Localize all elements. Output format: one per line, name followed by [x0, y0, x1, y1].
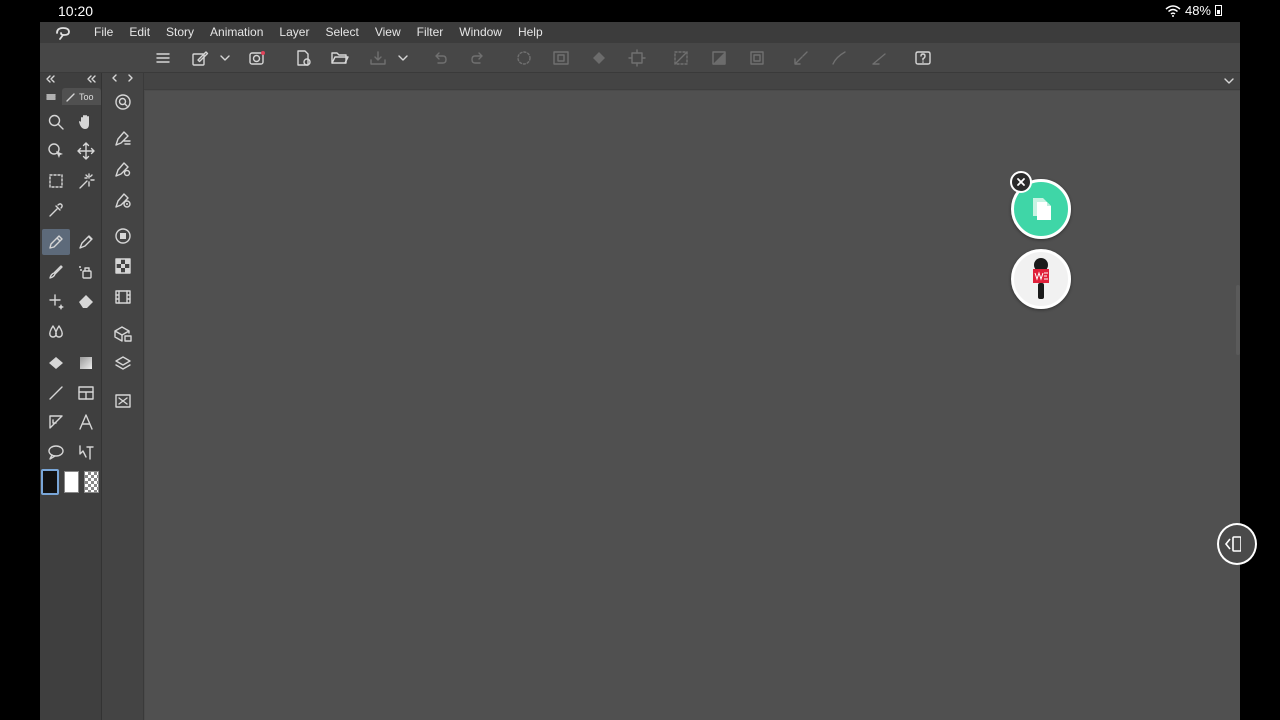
- sub-color-swatch[interactable]: [64, 471, 79, 493]
- app-logo-icon[interactable]: [40, 22, 86, 43]
- microphone-icon: [1033, 258, 1049, 299]
- settings-cloud-icon[interactable]: [246, 48, 268, 68]
- save-options-chevron-icon[interactable]: [396, 48, 410, 68]
- animation-timeline-icon[interactable]: [109, 284, 137, 310]
- transparent-color-swatch[interactable]: [84, 471, 99, 493]
- menu-file[interactable]: File: [86, 22, 121, 43]
- menu-filter[interactable]: Filter: [409, 22, 452, 43]
- sub-tool-detail-icon[interactable]: [109, 125, 137, 151]
- battery-percent: 48%: [1184, 3, 1211, 18]
- tool-palette: Too: [40, 73, 102, 720]
- brush-size-icon[interactable]: [109, 187, 137, 213]
- menu-help[interactable]: Help: [510, 22, 551, 43]
- line-correction-icon[interactable]: [828, 48, 850, 68]
- pencil-icon[interactable]: [72, 229, 100, 255]
- zoom-icon[interactable]: [42, 109, 70, 135]
- companion-mode-icon[interactable]: [912, 48, 934, 68]
- transform-icon[interactable]: [626, 48, 648, 68]
- menu-layer[interactable]: Layer: [271, 22, 317, 43]
- color-set-icon[interactable]: [109, 253, 137, 279]
- figure-line-icon[interactable]: [42, 380, 70, 406]
- menu-select[interactable]: Select: [317, 22, 366, 43]
- fill-bucket-icon[interactable]: [42, 350, 70, 376]
- collapse-left-icon[interactable]: [44, 74, 56, 84]
- menu-animation[interactable]: Animation: [202, 22, 271, 43]
- deselect-icon[interactable]: [670, 48, 692, 68]
- text-icon[interactable]: [72, 409, 100, 435]
- status-right-group: 48%: [1165, 3, 1222, 18]
- menu-story[interactable]: Story: [158, 22, 202, 43]
- chevron-down-icon[interactable]: [218, 48, 232, 68]
- tab-tool-label: Too: [79, 91, 94, 102]
- collapse-panel-icon[interactable]: [85, 74, 97, 84]
- ruler-icon[interactable]: [42, 409, 70, 435]
- undo-icon[interactable]: [429, 48, 451, 68]
- canvas-scrollbar[interactable]: [1236, 285, 1240, 355]
- airbrush-icon[interactable]: [72, 259, 100, 285]
- wifi-icon: [1165, 4, 1181, 17]
- microphone-overlay-button[interactable]: [1011, 249, 1071, 309]
- clear-icon[interactable]: [513, 48, 535, 68]
- menu-window[interactable]: Window: [451, 22, 510, 43]
- save-icon[interactable]: [367, 48, 389, 68]
- battery-icon: [1215, 5, 1222, 16]
- layer-search-icon[interactable]: [109, 388, 137, 414]
- balloon-icon[interactable]: [42, 439, 70, 465]
- redo-icon[interactable]: [467, 48, 489, 68]
- vector-line-icon[interactable]: [868, 48, 890, 68]
- chevron-left-icon: [1224, 536, 1241, 552]
- correct-line-icon[interactable]: [72, 439, 100, 465]
- pen-icon[interactable]: [42, 229, 70, 255]
- fill-icon[interactable]: [588, 48, 610, 68]
- sub-command-bar: [144, 73, 1240, 90]
- tool-palette-header: [40, 73, 101, 85]
- menu-bar: File Edit Story Animation Layer Select V…: [40, 22, 1240, 43]
- material-icon[interactable]: [109, 321, 137, 347]
- move-layer-icon[interactable]: [72, 138, 100, 164]
- operation-icon[interactable]: [42, 138, 70, 164]
- eraser-icon[interactable]: [72, 288, 100, 314]
- frame-border-icon[interactable]: [72, 380, 100, 406]
- auto-select-icon[interactable]: [72, 168, 100, 194]
- canvas-area[interactable]: [145, 91, 1240, 720]
- invert-selection-icon[interactable]: [708, 48, 730, 68]
- gradient-icon[interactable]: [72, 350, 100, 376]
- tool-tab-header: Too: [40, 88, 101, 105]
- command-bar: [40, 43, 1240, 73]
- blend-icon[interactable]: [42, 318, 70, 344]
- marquee-icon[interactable]: [42, 168, 70, 194]
- decoration-icon[interactable]: [42, 288, 70, 314]
- new-file-icon[interactable]: [292, 48, 314, 68]
- collapse-chevron-icon[interactable]: [1222, 74, 1236, 88]
- close-overlay-button[interactable]: [1010, 171, 1032, 193]
- open-folder-icon[interactable]: [329, 48, 351, 68]
- pen-tab-icon: [66, 92, 75, 102]
- edge-panel-handle[interactable]: [1217, 523, 1257, 565]
- expand-selection-icon[interactable]: [746, 48, 768, 68]
- brush-icon[interactable]: [42, 259, 70, 285]
- copy-icon: [1033, 198, 1051, 220]
- clear-outside-icon[interactable]: [550, 48, 572, 68]
- color-wheel-icon[interactable]: [109, 223, 137, 249]
- collapse-sub-panel-icon[interactable]: [106, 73, 136, 83]
- menu-view[interactable]: View: [367, 22, 409, 43]
- tab-tool[interactable]: Too: [62, 88, 101, 105]
- layer-property-icon[interactable]: [109, 351, 137, 377]
- device-status-bar: 10:20 48%: [0, 0, 1280, 22]
- eyedropper-icon[interactable]: [42, 197, 70, 223]
- status-time: 10:20: [58, 3, 94, 19]
- clip-studio-window: File Edit Story Animation Layer Select V…: [40, 22, 1240, 720]
- palette-menu-icon[interactable]: [46, 92, 56, 102]
- close-icon: [1017, 178, 1025, 186]
- menu-edit[interactable]: Edit: [121, 22, 158, 43]
- stabilization-icon[interactable]: [790, 48, 812, 68]
- main-color-swatch[interactable]: [41, 469, 59, 495]
- hamburger-menu-icon[interactable]: [152, 48, 174, 68]
- tool-property-icon[interactable]: [109, 156, 137, 182]
- hand-icon[interactable]: [72, 109, 100, 135]
- edit-mode-icon[interactable]: [189, 48, 211, 68]
- sub-tool-column: [102, 73, 144, 720]
- navigator-icon[interactable]: [109, 89, 137, 115]
